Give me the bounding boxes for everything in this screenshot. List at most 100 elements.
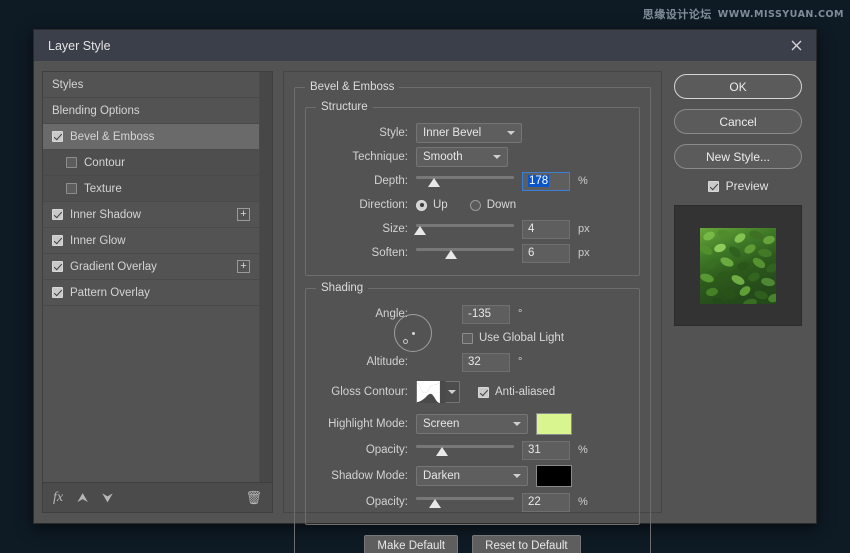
- highlight-mode-value: Screen: [423, 418, 503, 430]
- gloss-contour-picker[interactable]: [416, 381, 460, 403]
- cancel-button[interactable]: Cancel: [674, 109, 802, 134]
- highlight-mode-label: Highlight Mode:: [316, 418, 408, 430]
- sidebar-item-styles[interactable]: Styles: [43, 72, 259, 98]
- technique-select-value: Smooth: [423, 151, 483, 163]
- shadow-opacity-input[interactable]: 22: [522, 493, 570, 512]
- depth-input[interactable]: 178: [522, 172, 570, 191]
- make-default-button[interactable]: Make Default: [364, 535, 458, 553]
- trash-icon[interactable]: 🗑: [245, 491, 262, 504]
- highlight-opacity-slider[interactable]: [416, 440, 514, 460]
- checkbox-icon[interactable]: [52, 287, 63, 298]
- checkbox-icon[interactable]: [52, 235, 63, 246]
- structure-group: Structure Style: Inner Bevel Technique: …: [305, 101, 640, 276]
- highlight-opacity-value: 31: [528, 444, 541, 456]
- chevron-down-icon: [507, 131, 515, 135]
- preview-panel: [674, 205, 802, 326]
- sidebar-item-inner-glow[interactable]: Inner Glow: [43, 228, 259, 254]
- highlight-mode-select[interactable]: Screen: [416, 414, 528, 434]
- structure-legend: Structure: [316, 101, 373, 113]
- dialog-title: Layer Style: [48, 39, 111, 53]
- use-global-light-row: Use Global Light: [316, 326, 629, 350]
- highlight-opacity-input[interactable]: 31: [522, 441, 570, 460]
- styles-list-scrollbar[interactable]: [259, 71, 273, 483]
- shadow-mode-label: Shadow Mode:: [316, 470, 408, 482]
- sidebar-item-texture[interactable]: Texture: [43, 176, 259, 202]
- arrow-down-icon[interactable]: ⮟: [102, 491, 113, 504]
- slider-thumb[interactable]: [414, 226, 426, 235]
- sidebar-item-gradient-overlay[interactable]: Gradient Overlay +: [43, 254, 259, 280]
- size-unit: px: [578, 223, 590, 235]
- styles-column: Styles Blending Options Bevel & Emboss C…: [42, 71, 273, 513]
- size-row: Size: 4 px: [316, 217, 629, 241]
- dial-handle[interactable]: [403, 339, 408, 344]
- shading-group: Shading Angle: -135 °: [305, 282, 640, 525]
- use-global-light-checkbox[interactable]: Use Global Light: [462, 332, 564, 344]
- sidebar-item-label: Gradient Overlay: [70, 261, 230, 273]
- angle-label: Angle:: [316, 308, 408, 320]
- new-style-button[interactable]: New Style...: [674, 144, 802, 169]
- highlight-opacity-row: Opacity: 31 %: [316, 438, 629, 462]
- shading-legend: Shading: [316, 282, 368, 294]
- direction-down-radio[interactable]: Down: [470, 199, 516, 211]
- depth-value: 178: [528, 175, 549, 187]
- checkbox-icon[interactable]: [52, 131, 63, 142]
- checkbox-icon[interactable]: [66, 157, 77, 168]
- technique-select[interactable]: Smooth: [416, 147, 508, 167]
- slider-thumb[interactable]: [429, 499, 441, 508]
- shadow-color-swatch[interactable]: [536, 465, 572, 487]
- size-input[interactable]: 4: [522, 220, 570, 239]
- style-row: Style: Inner Bevel: [316, 121, 629, 145]
- sidebar-item-label: Styles: [52, 79, 259, 91]
- direction-up-radio[interactable]: Up: [416, 199, 448, 211]
- shadow-mode-value: Darken: [423, 470, 503, 482]
- sidebar-item-contour[interactable]: Contour: [43, 150, 259, 176]
- ok-button[interactable]: OK: [674, 74, 802, 99]
- sidebar-item-label: Contour: [84, 157, 259, 169]
- watermark-url: WWW.MISSYUAN.COM: [718, 9, 844, 20]
- checkbox-icon[interactable]: [52, 209, 63, 220]
- sidebar-item-label: Texture: [84, 183, 259, 195]
- angle-dial[interactable]: [394, 314, 432, 352]
- sidebar-item-bevel-emboss[interactable]: Bevel & Emboss: [43, 124, 259, 150]
- checkbox-icon: [478, 387, 489, 398]
- angle-input[interactable]: -135: [462, 305, 510, 324]
- checkbox-icon[interactable]: [66, 183, 77, 194]
- styles-list[interactable]: Styles Blending Options Bevel & Emboss C…: [42, 71, 259, 483]
- styles-list-wrapper: Styles Blending Options Bevel & Emboss C…: [42, 71, 273, 483]
- soften-input[interactable]: 6: [522, 244, 570, 263]
- shadow-opacity-row: Opacity: 22 %: [316, 490, 629, 514]
- sidebar-item-blending-options[interactable]: Blending Options: [43, 98, 259, 124]
- close-icon[interactable]: [776, 30, 816, 61]
- layer-style-dialog: Layer Style Styles Blending Options: [33, 29, 817, 524]
- depth-label: Depth:: [316, 175, 408, 187]
- slider-thumb[interactable]: [428, 178, 440, 187]
- sidebar-item-inner-shadow[interactable]: Inner Shadow +: [43, 202, 259, 228]
- soften-slider[interactable]: [416, 243, 514, 263]
- checkbox-icon: [708, 181, 719, 192]
- checkbox-icon: [462, 333, 473, 344]
- slider-thumb[interactable]: [445, 250, 457, 259]
- add-effect-icon[interactable]: +: [237, 260, 250, 273]
- fx-icon[interactable]: fx: [53, 491, 63, 505]
- slider-track: [416, 445, 514, 448]
- sidebar-item-pattern-overlay[interactable]: Pattern Overlay: [43, 280, 259, 306]
- add-effect-icon[interactable]: +: [237, 208, 250, 221]
- size-label: Size:: [316, 223, 408, 235]
- depth-slider[interactable]: [416, 171, 514, 191]
- radio-icon: [416, 200, 427, 211]
- sidebar-item-label: Inner Shadow: [70, 209, 230, 221]
- style-select[interactable]: Inner Bevel: [416, 123, 522, 143]
- shadow-mode-select[interactable]: Darken: [416, 466, 528, 486]
- altitude-input[interactable]: 32: [462, 353, 510, 372]
- preview-checkbox[interactable]: Preview: [708, 179, 769, 193]
- highlight-color-swatch[interactable]: [536, 413, 572, 435]
- reset-to-default-button[interactable]: Reset to Default: [472, 535, 580, 553]
- size-slider[interactable]: [416, 219, 514, 239]
- anti-aliased-checkbox[interactable]: Anti-aliased: [478, 386, 555, 398]
- soften-row: Soften: 6 px: [316, 241, 629, 265]
- checkbox-icon[interactable]: [52, 261, 63, 272]
- slider-thumb[interactable]: [436, 447, 448, 456]
- arrow-up-icon[interactable]: ⮝: [77, 491, 88, 504]
- direction-label: Direction:: [316, 199, 408, 211]
- shadow-opacity-slider[interactable]: [416, 492, 514, 512]
